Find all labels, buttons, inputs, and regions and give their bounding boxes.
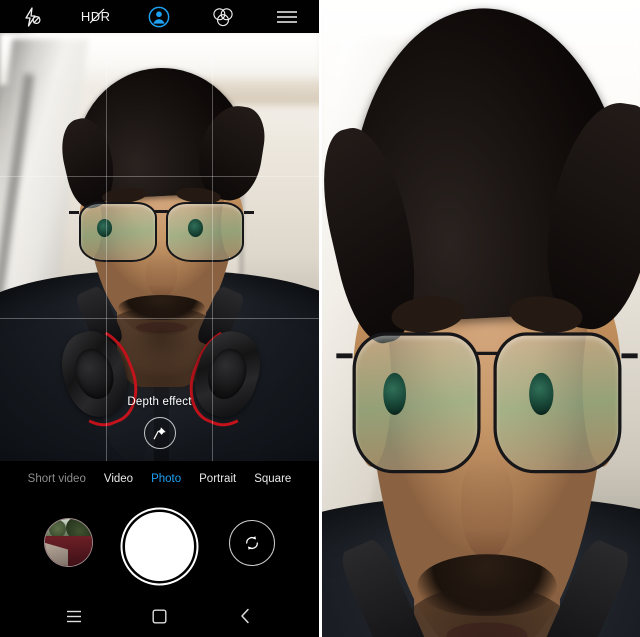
camera-app-panel: HDR [0,0,319,637]
more-settings-button[interactable] [255,0,319,33]
capture-mode-selector[interactable]: Short video Video Photo Portrait Square [0,461,319,497]
switch-camera-button[interactable] [229,520,275,566]
android-navigation-bar [0,595,319,637]
flash-off-icon [25,6,41,27]
camera-viewfinder[interactable]: Depth effect [0,33,319,461]
mode-video[interactable]: Video [104,473,133,485]
depth-effect-label: Depth effect [127,396,192,408]
shutter-button[interactable] [125,511,194,581]
filters-button[interactable] [191,0,255,33]
hamburger-menu-icon [277,10,298,23]
mode-photo[interactable]: Photo [151,473,181,485]
mode-short-video[interactable]: Short video [28,473,86,485]
screenshot-root: HDR [0,0,640,637]
depth-effect-hint: Depth effect [0,396,319,449]
captured-photo-panel [322,0,640,637]
gallery-thumbnail-button[interactable] [44,518,93,567]
pin-icon [153,426,166,439]
mode-square[interactable]: Square [254,473,291,485]
photo-subject-person [322,0,640,637]
portrait-person-icon [149,6,170,27]
flash-toggle-button[interactable] [0,0,64,33]
photo-subject-glasses [336,332,637,474]
recents-button[interactable] [60,602,88,630]
subject-person [0,33,319,461]
depth-effect-toggle-button[interactable] [143,417,176,449]
home-square-icon [152,609,167,624]
recents-icon [66,610,81,622]
home-button[interactable] [146,602,174,630]
mode-portrait[interactable]: Portrait [199,473,236,485]
hdr-toggle-button[interactable]: HDR [64,0,128,33]
hdr-off-slash-icon [89,8,105,23]
subject-glasses [68,202,255,263]
camera-top-bar: HDR [0,0,319,33]
filters-icon [213,7,233,26]
back-button[interactable] [232,602,260,630]
camera-flip-icon [246,535,258,551]
portrait-beauty-toggle-button[interactable] [128,0,192,33]
back-chevron-icon [241,608,249,624]
